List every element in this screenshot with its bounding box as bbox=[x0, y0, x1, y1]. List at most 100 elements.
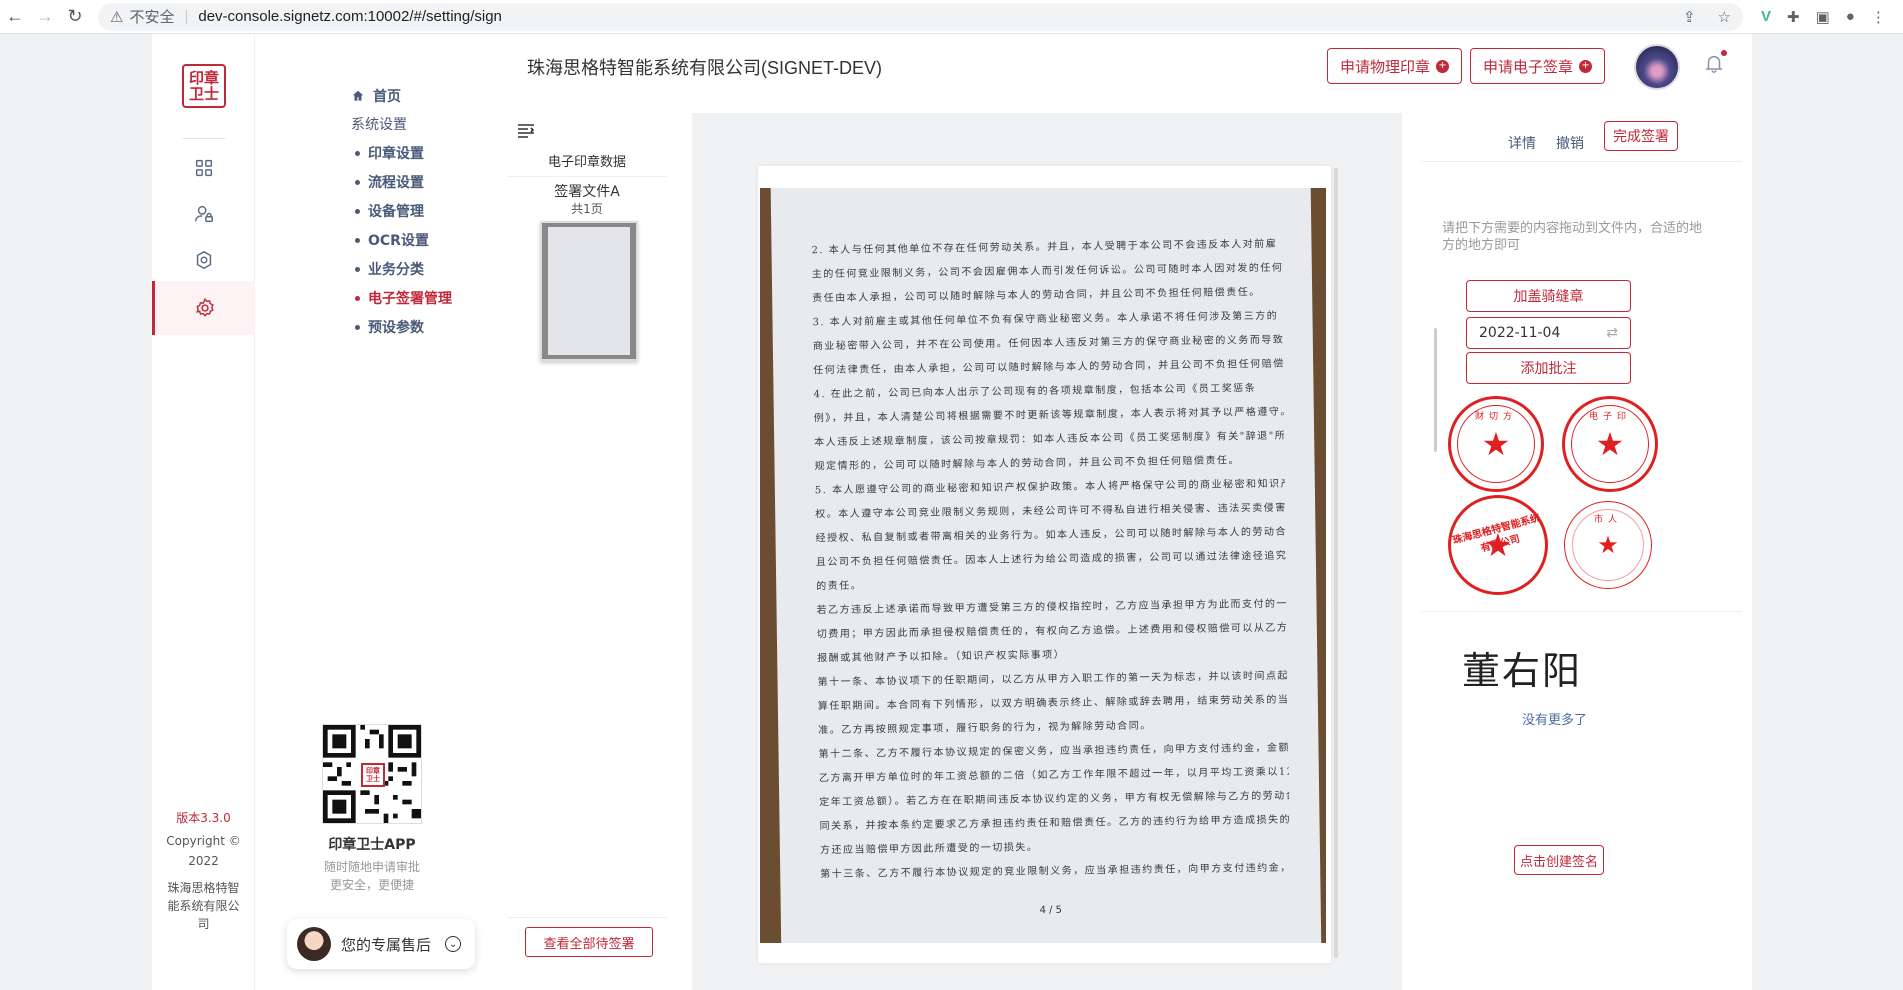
forward-icon[interactable]: → bbox=[30, 2, 60, 32]
bullet-dot bbox=[355, 295, 360, 301]
home-icon bbox=[352, 90, 364, 101]
seal-arc-text: 市人 bbox=[1593, 515, 1622, 525]
nav-item-workflow[interactable]: 流程设置 bbox=[355, 172, 424, 192]
swap-icon: ⇄ bbox=[1606, 325, 1618, 341]
nav-item-presets[interactable]: 预设参数 bbox=[355, 317, 424, 337]
nav-item-seal-settings[interactable]: 印章设置 bbox=[355, 143, 424, 163]
document-name: 签署文件A bbox=[554, 184, 620, 200]
nav-item-label: 业务分类 bbox=[368, 262, 424, 278]
star-icon: ★ bbox=[1481, 425, 1511, 463]
nav-item-label: 流程设置 bbox=[368, 175, 424, 191]
extensions-puzzle-icon[interactable]: ✚ bbox=[1787, 8, 1800, 26]
seal-option-4[interactable]: 市人 ★ bbox=[1564, 501, 1652, 589]
customer-service-widget[interactable]: 您的专属售后 ⌄ bbox=[287, 919, 475, 969]
document-page-count: 共1页 bbox=[571, 202, 603, 216]
apply-physical-seal-button[interactable]: 申请物理印章 + bbox=[1327, 48, 1463, 84]
document-text-line: 第十三条、乙方不履行本协议规定的竞业限制义务，应当承担违约责任，向甲方支付违约金… bbox=[820, 862, 1291, 881]
nav-item-business[interactable]: 业务分类 bbox=[355, 259, 424, 279]
app-root: 印章卫士 版本3.3.0 Copyright © 2022 珠海思格特智能系统有… bbox=[152, 34, 1752, 990]
qr-logo: 印章卫士 bbox=[361, 763, 385, 787]
rail-seals[interactable] bbox=[152, 233, 255, 287]
bullet-dot bbox=[355, 179, 360, 185]
thumbnail-column: 电子印章数据 签署文件A 共1页 查看全部待签署 bbox=[507, 113, 667, 990]
url-text: dev-console.signetz.com:10002/#/setting/… bbox=[198, 8, 502, 25]
copyright-line-1: Copyright © bbox=[166, 834, 241, 848]
profile-icon[interactable]: ● bbox=[1846, 8, 1855, 25]
browser-toolbar: ← → ↻ ⚠ 不安全 | dev-console.signetz.com:10… bbox=[0, 0, 1903, 34]
bullet-dot bbox=[355, 324, 360, 330]
panel-divider bbox=[1422, 611, 1742, 612]
version-text: 版本3.3.0 bbox=[176, 811, 231, 825]
bullet-dot bbox=[355, 150, 360, 156]
create-signature-button[interactable]: 点击创建签名 bbox=[1514, 845, 1604, 875]
share-icon[interactable]: ⇪ bbox=[1683, 8, 1696, 26]
panel-divider bbox=[1422, 161, 1742, 162]
no-more-text: 没有更多了 bbox=[1522, 713, 1588, 728]
menu-toggle-icon[interactable] bbox=[517, 123, 535, 139]
nav-item-devices[interactable]: 设备管理 bbox=[355, 201, 424, 221]
nav-item-label: 电子签署管理 bbox=[368, 291, 452, 307]
copyright-text: Copyright © 2022 bbox=[166, 831, 241, 871]
bookmark-star-icon[interactable]: ☆ bbox=[1718, 8, 1731, 26]
app-promo-title: 印章卫士APP bbox=[328, 837, 416, 853]
apply-physical-label: 申请物理印章 bbox=[1340, 57, 1431, 76]
nav-section-system[interactable]: 系统设置 bbox=[351, 114, 407, 134]
chevron-down-icon: ⌄ bbox=[445, 936, 462, 952]
date-value: 2022-11-04 bbox=[1479, 325, 1561, 341]
document-page[interactable]: 2. 本人与任何其他单位不存在任何劳动关系。并且，本人受聘于本公司不会违反本人对… bbox=[758, 166, 1331, 963]
nav-home[interactable]: 首页 bbox=[351, 86, 401, 106]
sign-tools-panel: 详情 撤销 完成签署 请把下方需要的内容拖动到文件内，合适的地方的地方即可 加盖… bbox=[1402, 113, 1752, 990]
seal-option-1[interactable]: 财切方 ★ bbox=[1448, 396, 1544, 492]
viewer-scrollbar[interactable] bbox=[1334, 168, 1338, 958]
service-label: 您的专属售后 bbox=[341, 935, 432, 954]
back-icon[interactable]: ← bbox=[0, 2, 30, 32]
details-link[interactable]: 详情 bbox=[1508, 133, 1536, 153]
settings-subnav: 首页 系统设置 印章设置 流程设置 设备管理 OCR设置 业务分类 电子签署管理… bbox=[255, 34, 507, 990]
star-icon: ★ bbox=[1595, 425, 1625, 463]
seal-arc-text: 财切方 bbox=[1474, 412, 1517, 422]
user-avatar[interactable] bbox=[1634, 44, 1680, 90]
qr-logo-text: 印章卫士 bbox=[366, 767, 380, 783]
app-logo[interactable]: 印章卫士 bbox=[182, 64, 226, 108]
top-header: 珠海思格特智能系统有限公司(SIGNET-DEV) 申请物理印章 + 申请电子签… bbox=[507, 34, 1752, 113]
app-qr-code: 印章卫士 bbox=[322, 724, 422, 824]
finish-sign-button[interactable]: 完成签署 bbox=[1604, 121, 1678, 151]
revoke-link[interactable]: 撤销 bbox=[1556, 133, 1584, 153]
company-small: 珠海思格特智能系统有限公司 bbox=[167, 881, 240, 931]
date-stamp-field[interactable]: 2022-11-04 ⇄ bbox=[1466, 317, 1631, 349]
rail-settings[interactable] bbox=[152, 281, 255, 335]
document-sheet: 2. 本人与任何其他单位不存在任何劳动关系。并且，本人受聘于本公司不会违反本人对… bbox=[770, 188, 1322, 943]
reload-icon[interactable]: ↻ bbox=[60, 2, 90, 32]
document-photo: 2. 本人与任何其他单位不存在任何劳动关系。并且，本人受聘于本公司不会违反本人对… bbox=[760, 188, 1326, 943]
nav-item-label: 设备管理 bbox=[368, 204, 424, 220]
thumb-divider bbox=[507, 176, 667, 177]
star-icon: ★ bbox=[1597, 531, 1619, 559]
warning-icon: ⚠ bbox=[110, 8, 124, 26]
plus-circle-icon: + bbox=[1436, 59, 1450, 73]
page-footer: 4 / 5 bbox=[1039, 904, 1063, 917]
seal-option-2[interactable]: 电子印 ★ bbox=[1562, 396, 1658, 492]
rail-divider bbox=[182, 138, 226, 139]
app-promo-line-2: 更安全，更便捷 bbox=[329, 878, 414, 892]
add-seam-seal-button[interactable]: 加盖骑缝章 bbox=[1466, 280, 1631, 312]
insecure-label: 不安全 bbox=[129, 9, 175, 26]
seal-list-scrollbar[interactable] bbox=[1434, 328, 1437, 452]
seal-arc-text: 电子印 bbox=[1588, 412, 1631, 422]
vue-devtools-icon[interactable]: V bbox=[1761, 8, 1771, 25]
nav-item-ocr[interactable]: OCR设置 bbox=[355, 230, 429, 250]
add-annotation-button[interactable]: 添加批注 bbox=[1466, 352, 1631, 384]
nav-item-label: 印章设置 bbox=[368, 146, 424, 162]
signature-option[interactable]: 董右阳 bbox=[1462, 640, 1582, 695]
notification-dot bbox=[1721, 50, 1727, 56]
seal-option-3[interactable]: 珠海思格特智能系统有限公司 ★ bbox=[1448, 495, 1548, 595]
grid-icon bbox=[195, 159, 212, 177]
page-thumbnail[interactable] bbox=[540, 221, 638, 361]
more-menu-icon[interactable]: ⋮ bbox=[1871, 8, 1886, 26]
view-all-pending-button[interactable]: 查看全部待签署 bbox=[525, 927, 653, 957]
nav-item-esign[interactable]: 电子签署管理 bbox=[355, 288, 452, 308]
address-separator: | bbox=[184, 8, 189, 25]
address-bar[interactable]: ⚠ 不安全 | dev-console.signetz.com:10002/#/… bbox=[98, 2, 1743, 31]
apply-electronic-seal-button[interactable]: 申请电子签章 + bbox=[1470, 48, 1606, 84]
thumbnail-page bbox=[548, 227, 630, 355]
side-panel-icon[interactable]: ▣ bbox=[1816, 8, 1830, 26]
